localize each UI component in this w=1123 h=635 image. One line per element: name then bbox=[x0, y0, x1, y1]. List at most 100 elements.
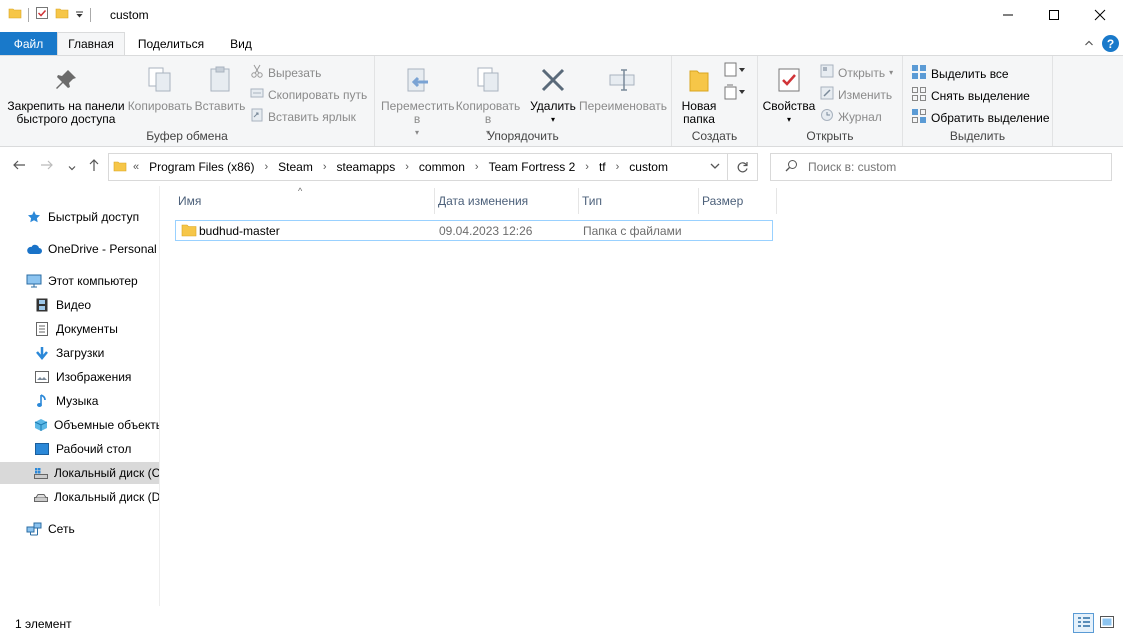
nav-this-pc[interactable]: Этот компьютер bbox=[0, 270, 159, 292]
status-bar: 1 элемент bbox=[0, 612, 1123, 635]
nav-documents[interactable]: Документы bbox=[0, 318, 159, 340]
file-name: budhud-master bbox=[199, 224, 280, 238]
collapse-ribbon-icon[interactable] bbox=[1084, 37, 1094, 51]
back-button[interactable] bbox=[12, 158, 26, 175]
nav-onedrive[interactable]: OneDrive - Personal bbox=[0, 238, 159, 260]
column-header-type[interactable]: Тип bbox=[579, 188, 699, 214]
breadcrumb-program-files[interactable]: Program Files (x86) bbox=[149, 160, 254, 174]
network-icon bbox=[26, 521, 42, 537]
refresh-icon[interactable] bbox=[727, 154, 757, 180]
maximize-button[interactable] bbox=[1031, 0, 1077, 30]
title-bar: custom bbox=[0, 0, 1123, 32]
delete-button[interactable]: Удалить ▾ bbox=[529, 60, 577, 126]
history-button[interactable]: Журнал bbox=[820, 108, 882, 125]
copy-to-label: Копировать в bbox=[455, 99, 521, 126]
nav-local-disk-d[interactable]: Локальный диск (D:) bbox=[0, 486, 159, 508]
edit-button[interactable]: Изменить bbox=[820, 86, 892, 103]
select-none-button[interactable]: Снять выделение bbox=[911, 86, 1030, 105]
tab-view[interactable]: Вид bbox=[217, 32, 265, 55]
nav-pictures[interactable]: Изображения bbox=[0, 366, 159, 388]
paste-shortcut-label: Вставить ярлык bbox=[268, 109, 356, 124]
chevron-right-icon[interactable]: › bbox=[616, 161, 620, 173]
pin-quick-access-button[interactable]: Закрепить на панели быстрого доступа bbox=[4, 60, 128, 126]
pin-label: Закрепить на панели быстрого доступа bbox=[7, 99, 125, 126]
recent-locations-button[interactable] bbox=[67, 160, 77, 176]
details-view-button[interactable] bbox=[1073, 613, 1094, 633]
up-button[interactable] bbox=[87, 158, 101, 175]
copy-button[interactable]: Копировать bbox=[127, 60, 193, 113]
copy-path-button[interactable]: Скопировать путь bbox=[250, 86, 367, 103]
nav-local-disk-c[interactable]: Локальный диск (C:) bbox=[0, 462, 159, 484]
new-folder-button[interactable]: Новая папка bbox=[678, 60, 720, 126]
search-input[interactable] bbox=[808, 160, 1088, 174]
minimize-button[interactable] bbox=[985, 0, 1031, 30]
nav-quick-access[interactable]: Быстрый доступ bbox=[0, 206, 159, 228]
breadcrumb-overflow[interactable]: « bbox=[133, 161, 139, 173]
paste-shortcut-button[interactable]: Вставить ярлык bbox=[250, 108, 356, 125]
move-to-button[interactable]: Переместить в ▾ bbox=[381, 60, 455, 139]
nav-music[interactable]: Музыка bbox=[0, 390, 159, 412]
paste-button[interactable]: Вставить bbox=[193, 60, 247, 113]
column-header-date[interactable]: Дата изменения bbox=[435, 188, 579, 214]
breadcrumb-steamapps[interactable]: steamapps bbox=[337, 160, 396, 174]
open-button[interactable]: Открыть ▾ bbox=[820, 64, 893, 81]
column-header-size[interactable]: Размер bbox=[699, 188, 777, 214]
move-to-icon bbox=[381, 60, 453, 100]
chevron-right-icon[interactable]: › bbox=[323, 161, 327, 173]
properties-icon[interactable] bbox=[35, 6, 49, 23]
rename-button[interactable]: Переименовать bbox=[578, 60, 668, 113]
breadcrumb-tf[interactable]: tf bbox=[599, 160, 606, 174]
table-row[interactable]: budhud-master 09.04.2023 12:26 Папка с ф… bbox=[175, 220, 773, 241]
address-history-icon[interactable] bbox=[709, 160, 721, 175]
nav-video[interactable]: Видео bbox=[0, 294, 159, 316]
copy-to-button[interactable]: Копировать в ▾ bbox=[453, 60, 523, 139]
desktop-icon bbox=[34, 441, 50, 457]
address-bar[interactable]: « Program Files (x86) › Steam › steamapp… bbox=[108, 153, 758, 181]
organize-group-label: Упорядочить bbox=[487, 129, 559, 143]
easy-access-button[interactable] bbox=[724, 84, 746, 103]
nav-onedrive-label: OneDrive - Personal bbox=[48, 242, 157, 256]
chevron-right-icon[interactable]: › bbox=[264, 161, 268, 173]
search-box[interactable] bbox=[770, 153, 1112, 181]
chevron-right-icon[interactable]: › bbox=[475, 161, 479, 173]
cube-icon bbox=[34, 417, 48, 433]
tab-share[interactable]: Поделиться bbox=[125, 32, 217, 55]
properties-label: Свойства bbox=[762, 99, 816, 113]
new-folder-icon bbox=[678, 60, 720, 100]
cut-button[interactable]: Вырезать bbox=[250, 64, 321, 81]
nav-music-label: Музыка bbox=[56, 394, 99, 408]
column-header-name[interactable]: Имя bbox=[175, 188, 435, 214]
item-count: 1 элемент bbox=[15, 617, 72, 631]
help-icon[interactable]: ? bbox=[1102, 35, 1119, 52]
breadcrumb-steam[interactable]: Steam bbox=[278, 160, 313, 174]
tab-file[interactable]: Файл bbox=[0, 32, 57, 55]
chevron-right-icon[interactable]: › bbox=[585, 161, 589, 173]
tab-home[interactable]: Главная bbox=[57, 32, 125, 55]
breadcrumb-common[interactable]: common bbox=[419, 160, 465, 174]
drive-icon bbox=[34, 489, 48, 505]
nav-video-label: Видео bbox=[56, 298, 92, 312]
customize-toolbar-icon[interactable] bbox=[75, 8, 84, 22]
select-all-button[interactable]: Выделить все bbox=[911, 64, 1009, 83]
rename-label: Переименовать bbox=[579, 99, 667, 113]
system-drive-icon bbox=[34, 465, 48, 481]
close-button[interactable] bbox=[1077, 0, 1123, 30]
new-folder-icon[interactable] bbox=[55, 6, 69, 23]
breadcrumb-team-fortress-2[interactable]: Team Fortress 2 bbox=[489, 160, 576, 174]
chevron-right-icon[interactable]: › bbox=[405, 161, 409, 173]
nav-network[interactable]: Сеть bbox=[0, 518, 159, 540]
open-label: Открыть bbox=[838, 65, 886, 80]
copy-path-icon bbox=[250, 86, 264, 103]
breadcrumb-custom[interactable]: custom bbox=[629, 160, 668, 174]
pin-icon bbox=[4, 60, 128, 100]
nav-downloads[interactable]: Загрузки bbox=[0, 342, 159, 364]
new-item-button[interactable] bbox=[724, 62, 746, 81]
nav-desktop[interactable]: Рабочий стол bbox=[0, 438, 159, 460]
large-icons-view-button[interactable] bbox=[1096, 613, 1117, 633]
nav-3d-objects[interactable]: Объемные объекты bbox=[0, 414, 159, 436]
film-icon bbox=[34, 297, 50, 313]
invert-selection-button[interactable]: Обратить выделение bbox=[911, 108, 1050, 127]
properties-button[interactable]: Свойства ▾ bbox=[762, 60, 816, 126]
copy-path-label: Скопировать путь bbox=[268, 87, 368, 102]
forward-button[interactable] bbox=[40, 158, 54, 175]
